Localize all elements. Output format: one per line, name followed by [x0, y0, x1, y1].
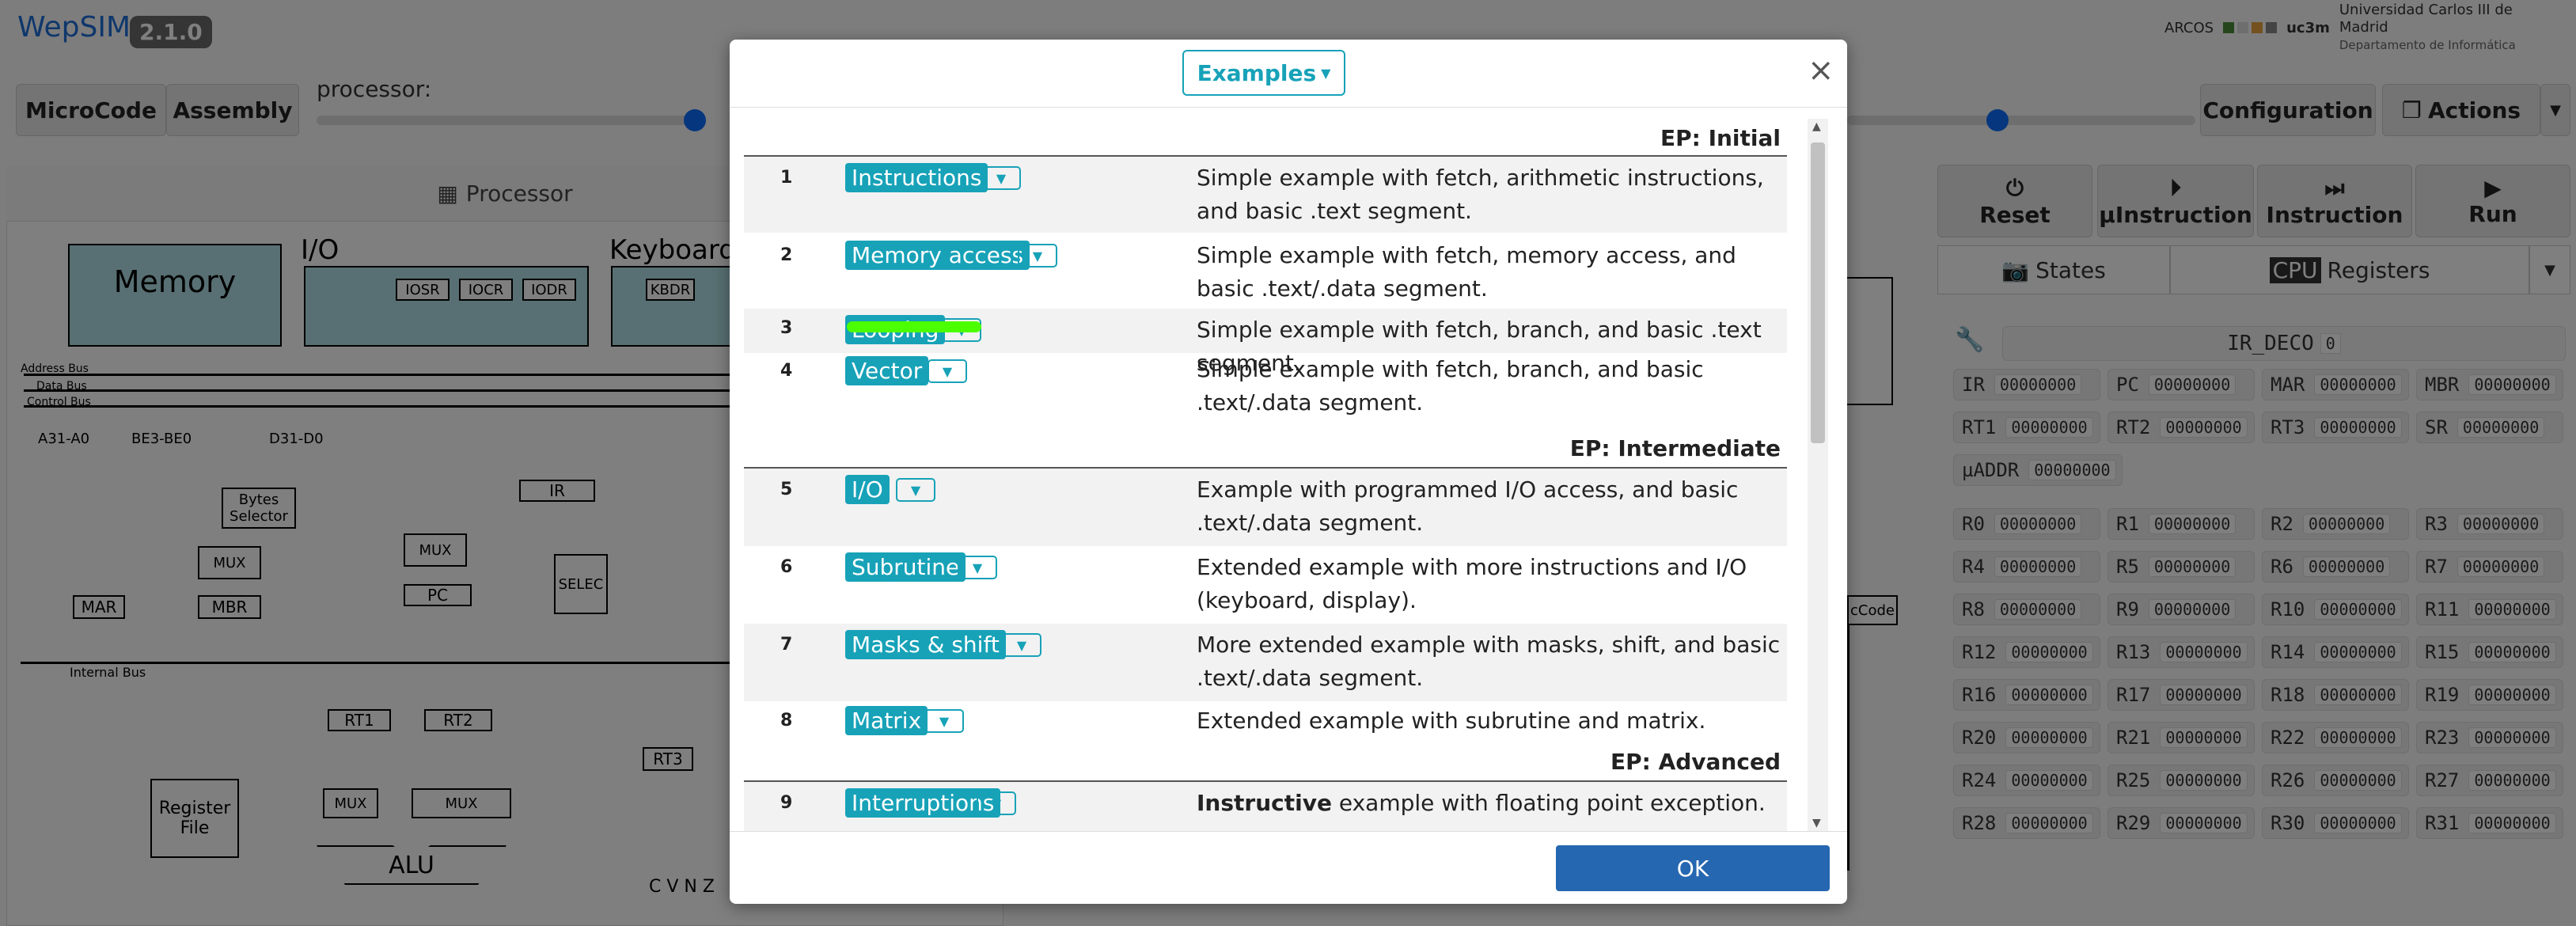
caret-down-icon: ▼ [939, 713, 950, 729]
examples-modal: Examples ▼ × EP: Initial 1 Instructions ▼… [730, 40, 1847, 904]
example-io-button[interactable]: I/O [845, 475, 890, 504]
example-options-toggle[interactable]: ▼ [1002, 633, 1041, 657]
examples-title: Examples [1197, 59, 1317, 86]
example-subrutine-button[interactable]: Subrutine [845, 552, 966, 582]
example-description: Simple example with fetch, memory access… [1197, 242, 1736, 302]
list-item: 9 Interruptions ▼ Instructive example wi… [744, 782, 1787, 831]
app-root: WepSIM 2.1.0 ARCOS uc3m Universidad Carl… [0, 0, 2576, 926]
modal-scrollbar[interactable]: ▲ ▼ [1808, 119, 1828, 831]
example-instructions-button[interactable]: Instructions [845, 163, 988, 192]
example-description: Extended example with subrutine and matr… [1197, 708, 1706, 734]
example-options-toggle[interactable]: ▼ [977, 791, 1016, 815]
modal-footer: OK [730, 831, 1847, 904]
example-description: Instructive example with floating point … [1197, 787, 1782, 820]
example-matrix-button[interactable]: Matrix [845, 706, 928, 735]
examples-dropdown-button[interactable]: Examples ▼ [1182, 50, 1345, 96]
example-description: Extended example with more instructions … [1197, 554, 1747, 613]
example-number: 8 [780, 711, 793, 731]
caret-down-icon: ▼ [910, 482, 921, 498]
example-vector-button[interactable]: Vector [845, 356, 929, 385]
modal-header: Examples ▼ × [730, 40, 1847, 108]
example-number: 9 [780, 793, 793, 813]
example-memory-access-button[interactable]: Memory access [845, 241, 1030, 270]
example-description: Simple example with fetch, arithmetic in… [1197, 165, 1764, 224]
list-item: 1 Instructions ▼ Simple example with fet… [744, 157, 1787, 233]
section-advanced: EP: Advanced [1610, 749, 1781, 775]
caret-down-icon: ▼ [1321, 65, 1331, 81]
highlight-annotation [847, 321, 981, 332]
example-number: 7 [780, 635, 793, 655]
example-options-toggle[interactable]: ▼ [1018, 244, 1057, 268]
scroll-up-icon[interactable]: ▲ [1812, 120, 1821, 133]
close-icon[interactable]: × [1808, 52, 1834, 89]
list-item: 6 Subrutine ▼ Extended example with more… [744, 546, 1787, 624]
example-number: 5 [780, 480, 793, 499]
caret-down-icon: ▼ [972, 560, 983, 575]
example-number: 6 [780, 557, 793, 577]
example-description: Simple example with fetch, branch, and b… [1197, 356, 1704, 416]
example-options-toggle[interactable]: ▼ [958, 556, 997, 579]
example-description-rest: example with floating point exception. [1331, 790, 1766, 816]
list-item: 8 Matrix ▼ Extended example with subruti… [744, 701, 1787, 746]
example-options-toggle[interactable]: ▼ [896, 478, 935, 502]
example-masks-shift-button[interactable]: Masks & shift [845, 630, 1006, 659]
section-intermediate: EP: Intermediate [1569, 435, 1781, 461]
example-description: More extended example with masks, shift,… [1197, 632, 1781, 691]
example-number: 4 [780, 361, 793, 381]
scroll-down-icon[interactable]: ▼ [1812, 817, 1821, 829]
list-item: 2 Memory access ▼ Simple example with fe… [744, 233, 1787, 309]
list-item: 7 Masks & shift ▼ More extended example … [744, 624, 1787, 701]
example-description: Example with programmed I/O access, and … [1197, 476, 1739, 536]
list-item: 5 I/O ▼ Example with programmed I/O acce… [744, 469, 1787, 546]
example-description-bold: Instructive [1197, 790, 1332, 816]
caret-down-icon: ▼ [1032, 248, 1043, 264]
example-number: 1 [780, 168, 793, 188]
example-options-toggle[interactable]: ▼ [981, 166, 1021, 190]
scroll-thumb[interactable] [1811, 142, 1825, 443]
example-number: 2 [780, 245, 793, 265]
ok-button[interactable]: OK [1556, 845, 1830, 891]
caret-down-icon: ▼ [996, 170, 1007, 186]
caret-down-icon: ▼ [991, 795, 1002, 811]
example-options-toggle[interactable]: ▼ [924, 709, 964, 733]
caret-down-icon: ▼ [1016, 637, 1027, 653]
caret-down-icon: ▼ [942, 363, 953, 379]
example-number: 3 [780, 318, 793, 338]
list-item: 4 Vector ▼ Simple example with fetch, br… [744, 353, 1787, 424]
examples-list: EP: Initial 1 Instructions ▼ Simple exam… [744, 119, 1808, 831]
section-initial: EP: Initial [1660, 125, 1781, 151]
example-options-toggle[interactable]: ▼ [928, 359, 967, 383]
